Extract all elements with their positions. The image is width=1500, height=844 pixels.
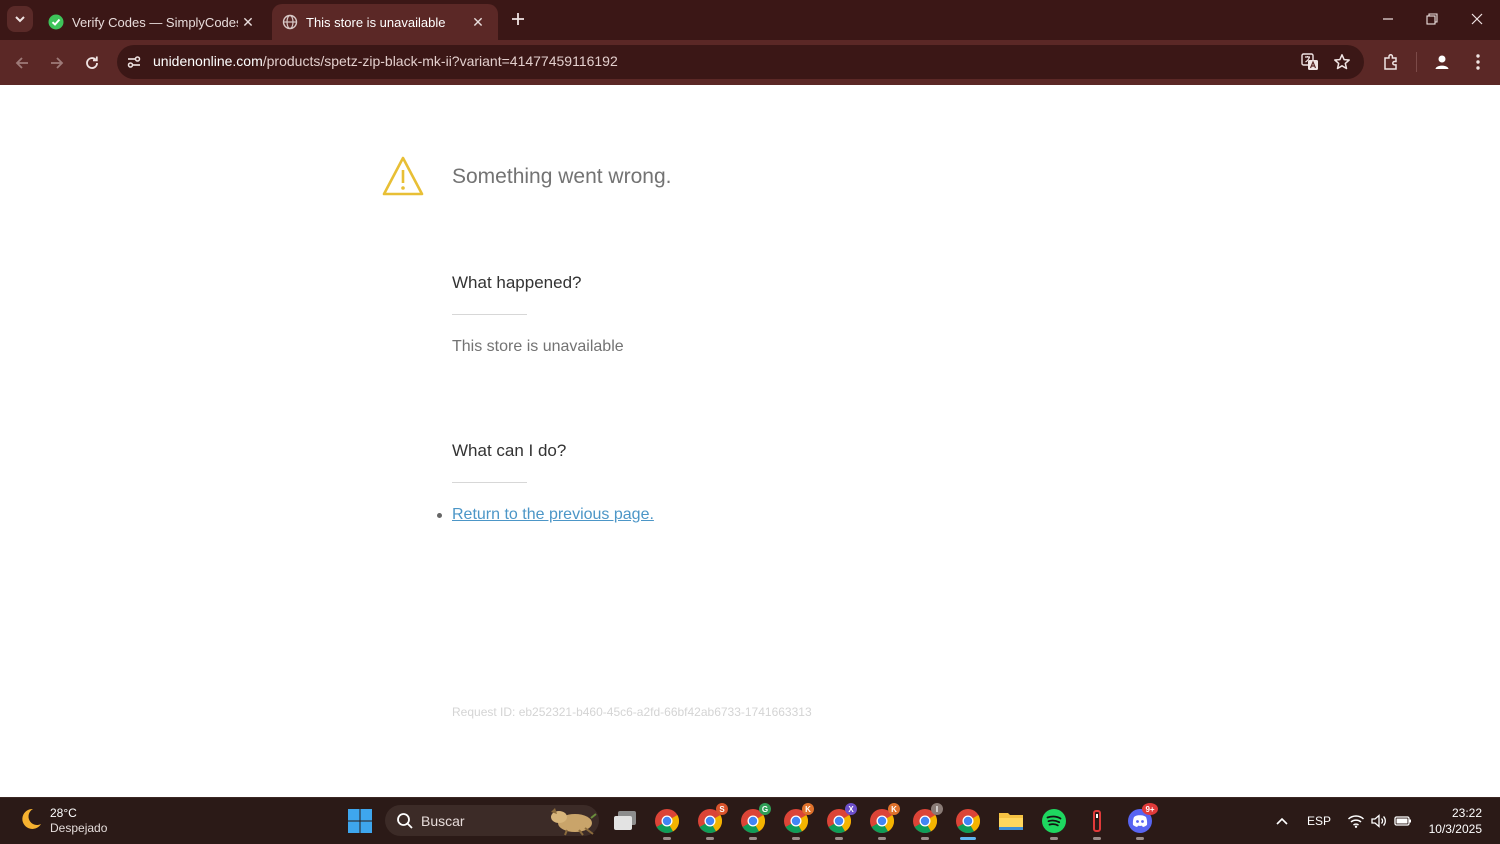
tab-label: This store is unavailable [306, 14, 446, 30]
running-indicator [960, 837, 976, 840]
taskbar-chrome-2[interactable]: S [695, 803, 728, 840]
taskbar-chrome-7[interactable]: I [910, 803, 943, 840]
bookmark-star-icon[interactable] [1330, 50, 1354, 74]
weather-temperature[interactable]: 28°C [50, 806, 77, 820]
app-badge: G [759, 803, 771, 815]
app-badge: K [888, 803, 900, 815]
app-badge: X [845, 803, 857, 815]
close-window-button[interactable] [1462, 6, 1492, 32]
more-menu-icon[interactable] [1466, 50, 1490, 74]
app-badge: K [802, 803, 814, 815]
clock-date[interactable]: 10/3/2025 [1420, 822, 1482, 836]
divider [452, 314, 527, 315]
site-info-icon[interactable] [124, 52, 144, 72]
running-indicator [792, 837, 800, 840]
what-happened-text: This store is unavailable [452, 338, 624, 355]
new-tab-button[interactable] [507, 8, 529, 30]
restore-button[interactable] [1417, 6, 1447, 32]
wifi-icon[interactable] [1345, 810, 1367, 832]
running-indicator [921, 837, 929, 840]
chrome-icon [956, 809, 981, 834]
taskbar-file-explorer[interactable] [996, 806, 1026, 836]
taskbar-app[interactable] [1082, 806, 1112, 840]
tab-label: Verify Codes — SimplyCodes [72, 14, 238, 30]
running-indicator [706, 837, 714, 840]
tab-verify-codes[interactable]: Verify Codes — SimplyCodes ✕ [38, 4, 268, 40]
request-id: Request ID: eb252321-b460-45c6-a2fd-66bf… [452, 705, 812, 719]
running-indicator [878, 837, 886, 840]
windows-start-icon[interactable] [347, 808, 373, 834]
weather-description[interactable]: Despejado [50, 821, 107, 835]
warning-triangle-icon [382, 156, 424, 196]
profile-avatar-icon[interactable] [1430, 50, 1454, 74]
taskbar-chrome-6[interactable]: K [867, 803, 900, 840]
task-view-button[interactable] [610, 806, 640, 836]
what-happened-heading: What happened? [452, 273, 582, 292]
volume-icon[interactable] [1368, 810, 1390, 832]
running-indicator [1050, 837, 1058, 840]
globe-icon [282, 14, 298, 30]
close-tab-icon[interactable]: ✕ [468, 12, 488, 32]
what-can-i-do-heading: What can I do? [452, 441, 567, 460]
taskbar-chrome-1[interactable] [652, 806, 682, 840]
translate-icon[interactable] [1298, 50, 1322, 74]
minimize-icon [1383, 18, 1393, 20]
return-previous-page-link[interactable]: Return to the previous page. [452, 506, 654, 524]
close-tab-icon[interactable]: ✕ [238, 12, 258, 32]
taskbar-chrome-5[interactable]: X [824, 803, 857, 840]
reload-icon [86, 56, 98, 69]
running-indicator [1093, 837, 1101, 840]
tab-store-unavailable[interactable]: This store is unavailable ✕ [272, 4, 498, 40]
arrow-left-icon [15, 57, 28, 69]
running-indicator [663, 837, 671, 840]
forward-button[interactable] [44, 50, 70, 76]
search-highlight-image-icon [551, 808, 597, 836]
restore-icon [1426, 13, 1438, 25]
extensions-icon[interactable] [1379, 50, 1403, 74]
file-explorer-icon [999, 813, 1023, 830]
chevron-up-icon [1276, 817, 1288, 825]
taskbar-chrome-4[interactable]: K [781, 803, 814, 840]
url-domain: unidenonline.com [153, 53, 263, 69]
tab-search-button[interactable] [7, 6, 33, 32]
app-icon [1093, 810, 1101, 832]
chevron-down-icon [15, 16, 25, 23]
running-indicator [1136, 837, 1144, 840]
taskbar-chrome-3[interactable]: G [738, 803, 771, 840]
page-heading: Something went wrong. [452, 165, 672, 188]
reload-button[interactable] [79, 50, 105, 76]
app-badge: S [716, 803, 728, 815]
toolbar-divider [1416, 52, 1417, 72]
url-path: /products/spetz-zip-black-mk-ii?variant=… [262, 53, 618, 69]
minimize-button[interactable] [1373, 6, 1403, 32]
close-icon [1471, 13, 1483, 25]
moon-icon[interactable] [18, 806, 44, 832]
list-bullet [437, 513, 442, 518]
divider [452, 482, 527, 483]
simplycodes-favicon-icon [48, 14, 64, 30]
app-badge: 9+ [1142, 803, 1158, 815]
chrome-icon [655, 809, 680, 834]
back-button[interactable] [9, 50, 35, 76]
taskbar-spotify[interactable] [1039, 806, 1069, 840]
running-indicator [749, 837, 757, 840]
plus-icon [512, 13, 524, 25]
arrow-right-icon [51, 57, 64, 69]
task-view-icon [614, 811, 636, 830]
search-icon [397, 813, 413, 829]
search-placeholder: Buscar [421, 813, 465, 829]
taskbar-chrome-active[interactable] [953, 806, 983, 840]
clock-time[interactable]: 23:22 [1440, 806, 1482, 820]
show-hidden-icons-button[interactable] [1272, 810, 1292, 832]
app-badge: I [931, 803, 943, 815]
language-indicator[interactable]: ESP [1304, 810, 1334, 832]
taskbar-discord[interactable]: 9+ [1125, 803, 1158, 840]
spotify-icon [1042, 809, 1066, 833]
battery-icon[interactable] [1392, 810, 1414, 832]
url-text[interactable]: unidenonline.com/products/spetz-zip-blac… [153, 53, 618, 69]
running-indicator [835, 837, 843, 840]
